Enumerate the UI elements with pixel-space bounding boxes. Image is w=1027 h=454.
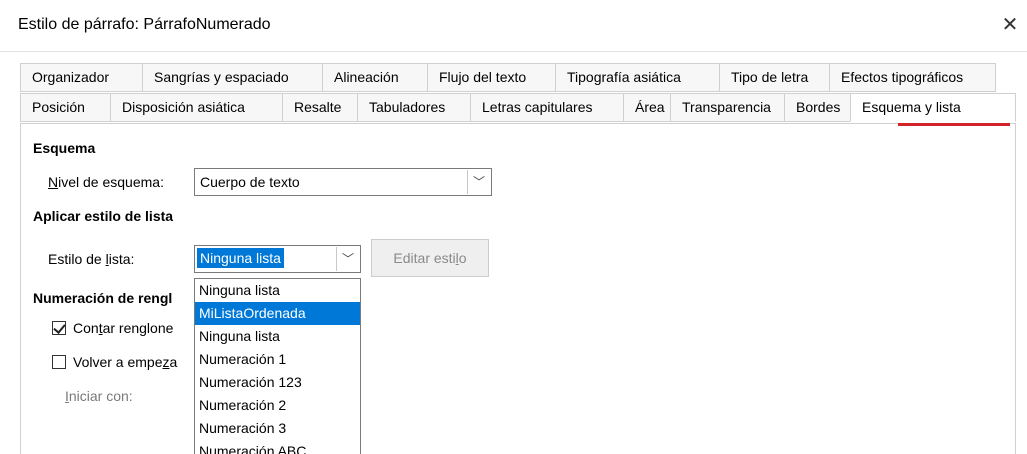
tab-flujo-texto[interactable]: Flujo del texto — [427, 63, 555, 92]
tab-tabuladores[interactable]: Tabuladores — [357, 93, 470, 122]
dialog-title: Estilo de párrafo: PárrafoNumerado — [18, 16, 271, 33]
chevron-down-icon[interactable]: ﹀ — [467, 170, 490, 194]
count-lines-label: Contar renglone — [73, 320, 174, 336]
start-with-label: Iniciar con: — [65, 388, 133, 404]
list-style-select[interactable]: Ninguna lista ﹀ — [194, 245, 361, 273]
close-icon[interactable]: ✕ — [993, 8, 1027, 42]
count-lines-checkbox[interactable] — [52, 321, 66, 335]
list-style-value: Ninguna lista — [197, 248, 284, 268]
tab-row-1: Organizador Sangrías y espaciado Alineac… — [20, 63, 996, 92]
tab-row-2: Posición Disposición asiática Resalte Ta… — [20, 93, 1016, 122]
chevron-down-icon[interactable]: ﹀ — [336, 247, 359, 271]
tab-letras-capitulares[interactable]: Letras capitulares — [470, 93, 623, 122]
outline-heading: Esquema — [33, 140, 96, 156]
list-option[interactable]: Numeración 1 — [195, 348, 360, 371]
tab-esquema-lista[interactable]: Esquema y lista — [850, 93, 1016, 122]
tab-area[interactable]: Área — [623, 93, 670, 122]
line-numbering-heading: Numeración de rengl — [33, 290, 173, 306]
outline-level-value: Cuerpo de texto — [200, 174, 300, 190]
list-style-label: Estilo de lista: — [48, 251, 135, 267]
tab-transparencia[interactable]: Transparencia — [670, 93, 784, 122]
list-style-dropdown: Ninguna lista MiListaOrdenada Ninguna li… — [194, 278, 361, 454]
tab-posicion[interactable]: Posición — [20, 93, 110, 122]
list-option[interactable]: Numeración 123 — [195, 371, 360, 394]
list-style-heading: Aplicar estilo de lista — [33, 208, 174, 224]
list-option[interactable]: Numeración ABC — [195, 440, 360, 454]
outline-level-label: Nivel de esquema: — [48, 174, 164, 190]
list-option[interactable]: Ninguna lista — [195, 325, 360, 348]
list-option[interactable]: Ninguna lista — [195, 279, 360, 302]
edit-style-button[interactable]: Editar estilo — [371, 239, 489, 277]
tab-disposicion-asiatica[interactable]: Disposición asiática — [110, 93, 282, 122]
title-bar: Estilo de párrafo: PárrafoNumerado ✕ — [0, 0, 1027, 52]
tab-bordes[interactable]: Bordes — [784, 93, 850, 122]
tab-sangrias[interactable]: Sangrías y espaciado — [142, 63, 322, 92]
list-option[interactable]: Numeración 3 — [195, 417, 360, 440]
tab-panel-esquema-lista — [20, 123, 1016, 454]
tab-alineacion[interactable]: Alineación — [322, 63, 427, 92]
list-option-highlighted[interactable]: MiListaOrdenada — [195, 302, 360, 325]
active-tab-indicator — [898, 123, 1010, 126]
list-option[interactable]: Numeración 2 — [195, 394, 360, 417]
tab-tipo-letra[interactable]: Tipo de letra — [719, 63, 829, 92]
restart-numbering-label: Volver a empeza — [73, 354, 178, 370]
outline-level-select[interactable]: Cuerpo de texto ﹀ — [194, 168, 492, 196]
tab-efectos-tipograficos[interactable]: Efectos tipográficos — [829, 63, 996, 92]
restart-numbering-checkbox[interactable] — [52, 355, 66, 369]
paragraph-style-dialog: Estilo de párrafo: PárrafoNumerado ✕ Org… — [0, 0, 1027, 454]
tab-organizador[interactable]: Organizador — [20, 63, 142, 92]
tab-resalte[interactable]: Resalte — [282, 93, 357, 122]
tab-tipografia-asiatica[interactable]: Tipografía asiática — [555, 63, 719, 92]
